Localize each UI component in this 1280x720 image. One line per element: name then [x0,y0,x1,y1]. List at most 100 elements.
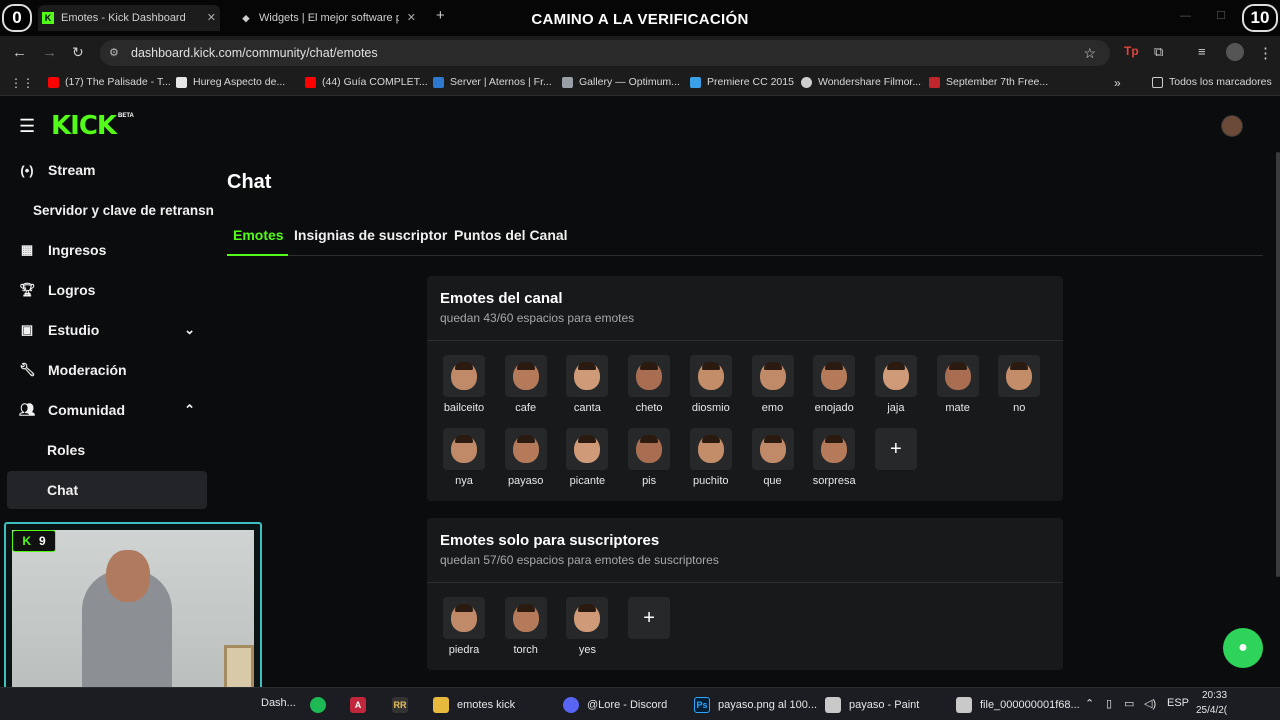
add-emote-button[interactable]: + [619,597,679,639]
page-icon [176,76,187,88]
tab-puntos-canal[interactable]: Puntos del Canal [454,227,568,243]
emote-enojado[interactable]: enojado [804,355,864,414]
youtube-icon [305,76,316,88]
taskbar-item-photoshop[interactable]: Ps payaso.png al 100... [694,697,817,713]
emote-image [751,355,794,397]
emote-label: piedra [448,644,480,656]
wrench-icon: 🔧︎ [19,362,36,377]
emote-image [566,355,609,397]
user-avatar[interactable] [1221,115,1243,137]
more-bookmarks-icon[interactable]: » [1114,76,1121,90]
taskbar-item-app-a[interactable]: A [350,697,374,713]
reload-icon[interactable]: ↻ [72,44,84,61]
tab-emotes[interactable]: Emotes [233,227,284,243]
bookmark-red-icon [929,76,940,88]
extension-tp-icon[interactable]: Tp [1124,44,1139,58]
sidebar-item-server-key[interactable]: Servidor y clave de retransn [7,191,214,229]
emote-torch[interactable]: torch [496,597,556,656]
emote-canta[interactable]: canta [557,355,617,414]
taskbar-item-folder[interactable]: emotes kick [433,697,515,713]
emote-payaso[interactable]: payaso [496,428,556,487]
forward-icon[interactable]: → [42,44,57,61]
sidebar-item-estudio[interactable]: ▣ Estudio ⌄ [7,311,207,349]
emote-sorpresa[interactable]: sorpresa [804,428,864,487]
emote-bailceito[interactable]: bailceito [434,355,494,414]
tray-chevron-icon[interactable]: ⌃ [1085,697,1094,710]
taskbar-item-discord[interactable]: @Lore - Discord [563,697,667,713]
taskbar-item-paint[interactable]: payaso - Paint [825,697,919,713]
emote-label: cheto [635,402,663,414]
emote-pis[interactable]: pis [619,428,679,487]
tray-time[interactable]: 20:33 [1202,690,1227,701]
bookmark-item[interactable]: Premiere CC 2015 [690,76,794,88]
star-icon[interactable]: ☆ [1083,40,1096,66]
emote-yes[interactable]: yes [557,597,617,656]
extensions-icon[interactable]: ⧉ [1154,44,1163,60]
add-emote-button[interactable]: + [866,428,926,470]
tray-network-icon[interactable]: ▭ [1124,697,1134,710]
all-bookmarks-folder[interactable]: Todos los marcadores [1152,76,1272,88]
tray-usb-icon[interactable]: ▯ [1106,697,1112,710]
emote-image [813,355,856,397]
emote-diosmio[interactable]: diosmio [681,355,741,414]
bookmark-item[interactable]: (44) Guía COMPLET... [305,76,428,88]
emote-image [628,355,671,397]
sidebar-item-moderacion[interactable]: 🔧︎ Moderación [7,351,207,389]
emote-cafe[interactable]: cafe [496,355,556,414]
tab-insignias[interactable]: Insignias de suscriptor [294,227,447,243]
emote-mate[interactable]: mate [928,355,988,414]
scrollbar[interactable] [1276,152,1280,577]
active-tab-indicator [227,254,288,256]
bookmark-item[interactable]: Server | Aternos | Fr... [433,76,552,88]
apps-grid-icon[interactable]: ⋮⋮ [10,76,34,90]
back-icon[interactable]: ← [12,44,27,61]
emote-emo[interactable]: emo [743,355,803,414]
address-toolbar: ← → ↻ ⚙ dashboard.kick.com/community/cha… [0,36,1280,70]
sidebar-item-chat[interactable]: Chat [7,471,207,509]
spotify-icon [310,697,326,713]
sidebar-item-logros[interactable]: 🏆︎ Logros [7,271,207,309]
taskbar-item-spotify[interactable] [310,697,334,713]
emote-cheto[interactable]: cheto [619,355,679,414]
sidebar-item-roles[interactable]: Roles [7,431,207,469]
emote-label: diosmio [691,402,730,414]
minimize-icon[interactable]: — [1180,10,1191,22]
url-text: dashboard.kick.com/community/chat/emotes [131,46,378,60]
emote-jaja[interactable]: jaja [866,355,926,414]
studio-icon: ▣ [20,322,34,337]
emote-image [689,355,732,397]
plus-icon: + [874,428,917,470]
taskbar-item-app-rr[interactable]: RR [392,697,416,713]
bookmark-item[interactable]: (17) The Palisade - T... [48,76,171,88]
emote-picante[interactable]: picante [557,428,617,487]
emote-label: bailceito [443,402,485,414]
bookmark-item[interactable]: Wondershare Filmor... [801,76,921,88]
address-bar[interactable]: ⚙ dashboard.kick.com/community/chat/emot… [100,40,1110,66]
emote-no[interactable]: no [989,355,1049,414]
site-info-icon[interactable]: ⚙ [109,40,119,66]
maximize-icon[interactable]: ☐ [1216,9,1226,22]
emote-que[interactable]: que [743,428,803,487]
tray-date[interactable]: 25/4/2( [1196,705,1227,716]
bookmark-item[interactable]: Gallery — Optimum... [562,76,680,88]
folder-icon [433,697,449,713]
taskbar-item-paint-file[interactable]: file_000000001f68... [956,697,1080,713]
menu-dots-icon[interactable]: ⋮ [1258,44,1273,62]
card-title: Emotes solo para suscriptores [440,532,660,549]
sidebar-item-stream[interactable]: (•) Stream [7,151,207,189]
sidebar-item-ingresos[interactable]: ▦ Ingresos [7,231,207,269]
emote-image [566,428,609,470]
bookmark-item[interactable]: Hureg Aspecto de... [176,76,285,88]
bookmark-item[interactable]: September 7th Free... [929,76,1048,88]
sidebar-item-comunidad[interactable]: 👥︎ Comunidad ⌃ [7,391,207,429]
emote-image [936,355,979,397]
taskbar-item-kick[interactable]: Dash... [261,697,296,709]
emote-piedra[interactable]: piedra [434,597,494,656]
floating-mic-button[interactable]: ● [1223,628,1263,668]
profile-avatar[interactable] [1226,43,1244,61]
emote-puchito[interactable]: puchito [681,428,741,487]
media-control-icon[interactable]: ≡ [1198,44,1206,59]
tray-language[interactable]: ESP [1167,697,1189,709]
emote-nya[interactable]: nya [434,428,494,487]
tray-volume-icon[interactable]: ◁) [1144,697,1156,710]
